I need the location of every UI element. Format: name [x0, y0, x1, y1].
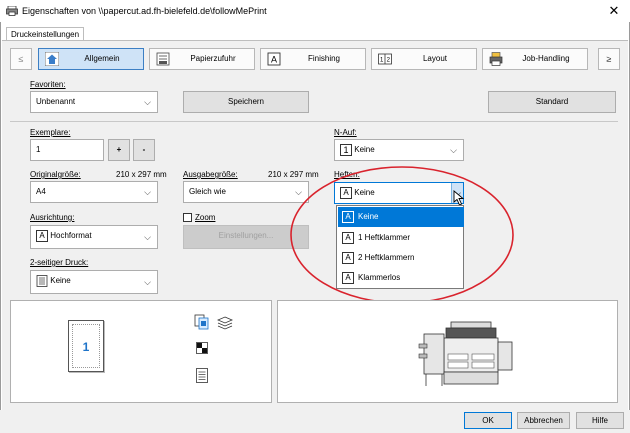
- stapleless-icon: A: [342, 271, 354, 284]
- n-up-page-icon: 1: [340, 143, 352, 156]
- duplex-value: Keine: [50, 276, 71, 285]
- favorites-select[interactable]: Unbenannt ⌵: [30, 91, 158, 113]
- output-size-select[interactable]: Gleich wie ⌵: [183, 181, 309, 203]
- portrait-page-icon: A: [36, 229, 48, 242]
- stapling-option-none[interactable]: A Keine: [338, 207, 464, 227]
- finishing-icon: A: [267, 52, 281, 66]
- stapling-label: Heften:: [334, 170, 360, 179]
- default-button[interactable]: Standard: [488, 91, 616, 113]
- zoom-checkbox[interactable]: [183, 213, 192, 222]
- stapling-option-two-staples[interactable]: A 2 Heftklammern: [338, 248, 464, 268]
- original-size-value: A4: [36, 187, 46, 196]
- help-button[interactable]: Hilfe: [576, 412, 624, 429]
- nav-papierzufuhr-button[interactable]: Papierzufuhr: [149, 48, 255, 70]
- orientation-value: Hochformat: [50, 231, 92, 240]
- stack-icon: [217, 316, 233, 330]
- printer-machine-icon: [418, 321, 513, 386]
- chevron-down-icon: ⌵: [144, 187, 151, 197]
- printer-icon: [6, 6, 18, 16]
- stapling-a-icon: A: [340, 186, 352, 199]
- option-label: 2 Heftklammern: [358, 253, 415, 262]
- paper-tray-icon: [156, 52, 170, 66]
- zoom-label: Zoom: [195, 213, 216, 222]
- nav-next-button[interactable]: ≥: [598, 48, 620, 70]
- cancel-button[interactable]: Abbrechen: [517, 412, 570, 429]
- n-up-value: Keine: [354, 145, 375, 154]
- divider: [10, 121, 618, 122]
- house-icon: [45, 52, 59, 66]
- duplex-label: 2-seitiger Druck:: [30, 258, 89, 267]
- option-label: Klammerlos: [358, 273, 401, 282]
- color-copies-icon: [194, 314, 209, 330]
- page-number: 1: [72, 324, 100, 368]
- staple-two-icon: A: [342, 251, 354, 264]
- chevron-down-icon: ⌵: [144, 232, 151, 242]
- zoom-settings-button[interactable]: Einstellungen...: [183, 225, 309, 249]
- copies-input[interactable]: 1: [30, 139, 104, 161]
- stapling-value: Keine: [354, 188, 375, 197]
- duplex-page-icon: [36, 274, 48, 287]
- favorites-label: Favoriten:: [30, 80, 66, 89]
- original-size-select[interactable]: A4 ⌵: [30, 181, 158, 203]
- original-size-dimensions: 210 x 297 mm: [116, 170, 167, 179]
- nav-prev-button[interactable]: ≤: [10, 48, 32, 70]
- copies-plus-button[interactable]: +: [108, 139, 130, 161]
- nav-layout-button[interactable]: 1 2 Layout: [371, 48, 477, 70]
- copies-minus-button[interactable]: -: [133, 139, 155, 161]
- ok-button[interactable]: OK: [464, 412, 512, 429]
- option-label: 1 Heftklammer: [358, 233, 411, 242]
- nav-finishing-button[interactable]: A Finishing: [260, 48, 366, 70]
- output-size-dimensions: 210 x 297 mm: [268, 170, 319, 179]
- duplex-select[interactable]: Keine ⌵: [30, 270, 158, 294]
- orientation-select[interactable]: A Hochformat ⌵: [30, 225, 158, 249]
- output-size-label: Ausgabegröße:: [183, 170, 238, 179]
- page-preview: 1: [68, 320, 104, 372]
- chevron-down-icon: ⌵: [450, 145, 457, 155]
- nav-allgemein-button[interactable]: Allgemein: [38, 48, 144, 70]
- window-title: Eigenschaften von \\papercut.ad.fh-biele…: [22, 6, 267, 16]
- stapling-option-one-staple[interactable]: A 1 Heftklammer: [338, 228, 464, 248]
- orientation-label: Ausrichtung:: [30, 213, 75, 222]
- save-button[interactable]: Speichern: [183, 91, 309, 113]
- document-icon: [196, 368, 208, 383]
- option-label: Keine: [358, 212, 379, 221]
- chevron-down-icon: ⌵: [144, 97, 151, 107]
- favorites-value: Unbenannt: [36, 97, 76, 106]
- tab-print-settings[interactable]: Druckeinstellungen: [6, 27, 85, 41]
- close-button[interactable]: ✕: [606, 3, 622, 19]
- original-size-label: Originalgröße:: [30, 170, 81, 179]
- staple-none-icon: A: [342, 210, 354, 223]
- staple-one-icon: A: [342, 231, 354, 244]
- stapling-select[interactable]: A Keine ⌵: [334, 182, 464, 204]
- svg-text:A: A: [271, 55, 277, 65]
- mouse-cursor-icon: [453, 190, 465, 206]
- layout-icon: 1 2: [378, 53, 392, 65]
- nav-job-handling-button[interactable]: Job-Handling: [482, 48, 588, 70]
- color-mode-icon: [196, 342, 208, 354]
- job-handling-icon: [489, 52, 503, 66]
- stapling-dropdown: A Keine A1 Heftklammer A2 Heftklammern AK…: [336, 205, 464, 289]
- stapling-option-stapleless[interactable]: A Klammerlos: [338, 268, 464, 288]
- copies-label: Exemplare:: [30, 128, 71, 137]
- n-up-select[interactable]: 1 Keine ⌵: [334, 139, 464, 161]
- output-size-value: Gleich wie: [189, 187, 226, 196]
- chevron-down-icon: ⌵: [295, 187, 302, 197]
- n-up-label: N-Auf:: [334, 128, 357, 137]
- chevron-down-icon: ⌵: [144, 277, 151, 287]
